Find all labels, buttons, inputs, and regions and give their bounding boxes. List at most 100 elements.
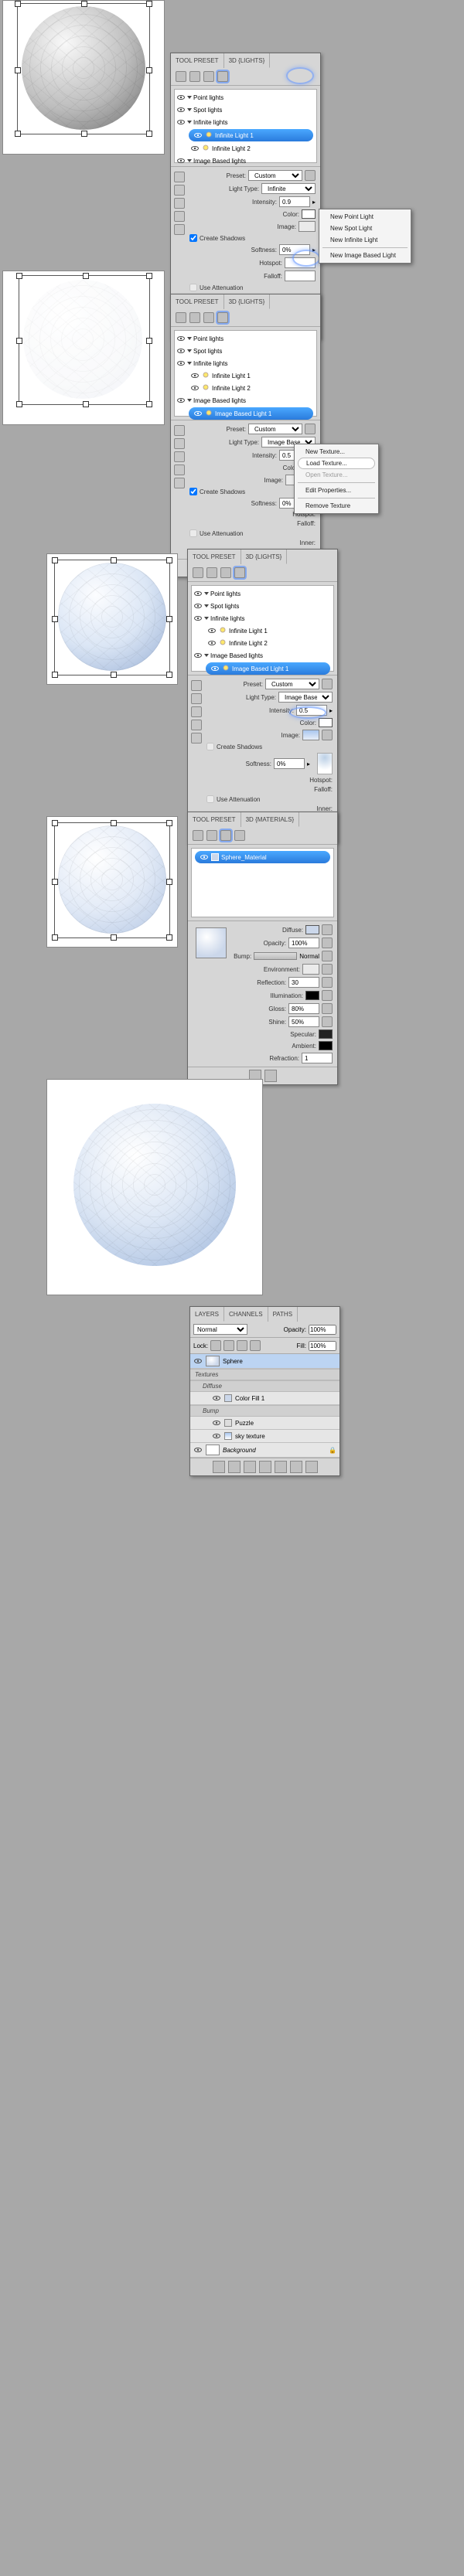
menu-new-texture[interactable]: New Texture... [295,446,378,458]
lights-filter-icon[interactable] [217,312,228,323]
diffuse-swatch[interactable] [305,925,319,934]
lights-tree[interactable]: Point lights Spot lights Infinite lights… [191,585,334,672]
lighttype-select[interactable]: Infinite [261,183,316,194]
visibility-toggle[interactable] [193,589,203,598]
preset-menu-icon[interactable] [305,424,316,434]
create-shadows-checkbox[interactable] [189,488,197,495]
disclosure-icon[interactable] [187,399,192,402]
menu-new-infinite-light[interactable]: New Infinite Light [319,234,411,246]
tab-3d-materials[interactable]: 3D {MATERIALS} [241,812,300,827]
material-preview[interactable] [196,927,227,958]
visibility-toggle[interactable] [190,383,200,393]
materials-filter-icon[interactable] [203,71,214,82]
gloss-menu-icon[interactable] [322,1003,333,1014]
tab-3d-lights[interactable]: 3D {LIGHTS} [241,550,288,564]
materials-panel[interactable]: TOOL PRESET 3D {MATERIALS} Sphere_Materi… [187,812,338,1085]
tab-paths[interactable]: PATHS [268,1307,298,1322]
scene-filter-icon[interactable] [193,830,203,841]
visibility-toggle[interactable] [176,346,186,356]
texture-colorfill[interactable]: Color Fill 1 [190,1392,339,1405]
rotate-light-icon[interactable] [174,425,185,436]
visibility-toggle[interactable] [212,1418,221,1428]
visibility-toggle[interactable] [193,409,203,418]
layer-opacity-input[interactable] [309,1325,336,1335]
visibility-toggle[interactable] [193,1445,203,1455]
material-sphere[interactable]: Sphere_Material [221,854,267,861]
visibility-toggle[interactable] [212,1431,221,1441]
layer-sphere[interactable]: Sphere [190,1354,339,1369]
point-at-center-icon[interactable] [191,733,202,744]
light-infinite-1[interactable]: Infinite Light 1 [212,373,251,379]
transform-bbox[interactable] [54,822,170,938]
menu-new-spot-light[interactable]: New Spot Light [319,223,411,234]
visibility-toggle[interactable] [176,334,186,343]
environment-slot[interactable] [302,964,319,975]
menu-edit-properties[interactable]: Edit Properties... [295,485,378,496]
light-infinite-2[interactable]: Infinite Light 2 [212,385,251,392]
color-swatch[interactable] [302,209,316,219]
disclosure-icon[interactable] [187,349,192,352]
lighttype-select[interactable]: Image Based [278,692,333,703]
visibility-toggle[interactable] [176,93,186,102]
light-image-based-1[interactable]: Image Based Light 1 [232,665,288,672]
create-shadows-checkbox[interactable] [189,234,197,242]
opacity-menu-icon[interactable] [322,938,333,948]
visibility-toggle[interactable] [193,131,203,140]
menu-load-texture[interactable]: Load Texture... [298,458,375,469]
layer-fill-input[interactable] [309,1341,336,1351]
visibility-toggle[interactable] [207,638,217,648]
preset-menu-icon[interactable] [322,679,333,689]
mesh-filter-icon[interactable] [206,567,217,578]
materials-tree[interactable]: Sphere_Material [191,848,334,917]
visibility-toggle[interactable] [190,371,200,380]
transform-bbox[interactable] [17,3,150,134]
layer-mask-icon[interactable] [244,1461,256,1473]
shine-menu-icon[interactable] [322,1016,333,1027]
visibility-toggle[interactable] [193,651,203,660]
visibility-toggle[interactable] [176,396,186,405]
disclosure-icon[interactable] [204,617,209,620]
tab-layers[interactable]: LAYERS [190,1307,224,1322]
scene-filter-icon[interactable] [193,567,203,578]
point-at-center-icon[interactable] [174,224,185,235]
point-at-center-icon[interactable] [174,478,185,488]
point-at-origin-icon[interactable] [191,720,202,730]
light-tool-icons[interactable] [174,425,185,488]
reflection-menu-icon[interactable] [322,977,333,988]
light-infinite-1[interactable]: Infinite Light 1 [229,628,268,635]
tab-tool-preset[interactable]: TOOL PRESET [188,812,241,827]
visibility-toggle[interactable] [190,144,200,153]
point-at-origin-icon[interactable] [174,211,185,222]
scene-filter-icon[interactable] [176,312,186,323]
tab-tool-preset[interactable]: TOOL PRESET [171,294,224,309]
image-menu-icon[interactable] [322,730,333,740]
tab-3d-lights[interactable]: 3D {LIGHTS} [224,53,271,68]
scene-filter-icon[interactable] [176,71,186,82]
disclosure-icon[interactable] [204,592,209,595]
disclosure-icon[interactable] [187,121,192,124]
new-layer-icon[interactable] [290,1461,302,1473]
light-infinite-2[interactable]: Infinite Light 2 [212,145,251,152]
materials-filter-icon[interactable] [203,312,214,323]
light-tool-icons[interactable] [191,680,202,744]
disclosure-icon[interactable] [187,362,192,365]
visibility-toggle[interactable] [176,117,186,127]
lights-panel[interactable]: TOOL PRESET 3D {LIGHTS} Point lights Spo… [170,294,321,577]
rotate-light-icon[interactable] [191,680,202,691]
gloss-input[interactable] [288,1003,319,1014]
transform-bbox[interactable] [19,275,150,405]
texture-puzzle[interactable]: Puzzle [190,1417,339,1430]
lights-filter-icon[interactable] [234,830,245,841]
texture-sky[interactable]: sky texture [190,1430,339,1443]
visibility-toggle[interactable] [193,1356,203,1366]
visibility-toggle[interactable] [176,156,186,165]
mesh-filter-icon[interactable] [189,71,200,82]
tab-tool-preset[interactable]: TOOL PRESET [171,53,224,68]
shine-input[interactable] [288,1016,319,1027]
lights-filter-icon[interactable] [234,567,245,578]
visibility-toggle[interactable] [176,359,186,368]
bump-slider[interactable] [254,952,297,960]
lights-tree[interactable]: Point lights Spot lights Infinite lights… [174,330,317,417]
image-slot[interactable] [302,730,319,740]
light-tool-icons[interactable] [174,172,185,235]
